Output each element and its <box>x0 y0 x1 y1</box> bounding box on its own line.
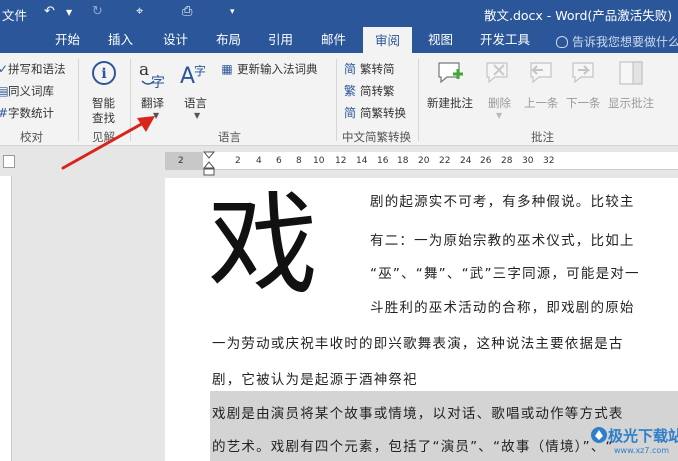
ruler-tick: 24 <box>460 156 472 166</box>
new-comment-icon <box>438 62 463 84</box>
vertical-ruler <box>0 176 12 461</box>
simp-to-trad-icon: 繁 <box>343 84 356 98</box>
tab-view[interactable]: 视图 <box>428 26 453 53</box>
ruler-tick: 6 <box>276 156 282 166</box>
svg-text:i: i <box>101 66 106 82</box>
tab-references[interactable]: 引用 <box>268 26 293 53</box>
ruler-tick: 32 <box>543 156 555 166</box>
document-line: “巫”、“舞”、“武”三字同源，可能是对一 <box>370 266 640 282</box>
proofing-group-label: 校对 <box>20 130 43 144</box>
conversion-icon: 简 <box>343 106 356 120</box>
chinese-conversion-group-label: 中文简繁转换 <box>342 130 411 144</box>
tell-me-text: 告诉我您想要做什么 <box>572 35 678 49</box>
language-group-label: 语言 <box>218 130 241 144</box>
show-comments-icon <box>619 61 643 85</box>
delete-comment-button[interactable]: 删除 <box>488 95 511 111</box>
ruler-tick: 18 <box>397 156 409 166</box>
file-menu[interactable]: 文件 <box>2 5 27 24</box>
tell-me-box[interactable]: 告诉我您想要做什么 <box>556 33 678 50</box>
ruler-tick: 2 <box>235 156 241 166</box>
tab-selector[interactable] <box>3 155 15 168</box>
svg-text:a: a <box>139 60 149 80</box>
undo-dropdown-icon[interactable]: ▼ <box>66 8 72 17</box>
spelling-grammar-button[interactable]: 拼写和语法 <box>8 61 66 77</box>
tab-developer[interactable]: 开发工具 <box>480 26 530 53</box>
pointer-mode-icon[interactable]: ⌖ <box>136 4 143 19</box>
delete-dropdown-icon[interactable]: ▼ <box>496 111 502 120</box>
group-separator <box>418 59 419 141</box>
document-line: 戏剧是由演员将某个故事或情境，以对话、歌唱或动作等方式表 <box>212 406 624 422</box>
ruler-tick: 20 <box>418 156 430 166</box>
document-line: 的艺术。戏剧有四个元素，包括了“演员”、“故事（情境）”、“ <box>212 439 614 455</box>
ruler-tick: 4 <box>256 156 262 166</box>
ime-dictionary-icon: ▦ <box>221 62 233 76</box>
title-bar: 文件 ↶ ▼ ↻ ⌖ ⎙ ▾ 散文.docx - Word(产品激活失败) <box>0 0 678 26</box>
print-preview-icon[interactable]: ⎙ <box>182 4 192 19</box>
simp-to-trad-button[interactable]: 简转繁 <box>360 83 395 99</box>
watermark-url: www.xz7.com <box>614 446 670 455</box>
ruler-tick: 28 <box>501 156 513 166</box>
tab-insert[interactable]: 插入 <box>108 26 133 53</box>
ruler-margin-area <box>165 152 203 170</box>
undo-icon[interactable]: ↶ <box>44 4 55 19</box>
document-line: 剧的起源实不可考，有多种假说。比较主 <box>370 194 635 210</box>
word-count-button[interactable]: 字数统计 <box>8 105 54 121</box>
group-separator <box>336 59 337 141</box>
lightbulb-icon <box>556 36 568 48</box>
tab-review[interactable]: 审阅 <box>363 26 413 53</box>
document-line: 一为劳动或庆祝丰收时的即兴歌舞表演，这种说法主要依据是古 <box>212 336 624 352</box>
smart-lookup-icon: i <box>92 61 116 85</box>
delete-comment-icon <box>486 62 508 84</box>
ribbon-tab-bar: 开始 插入 设计 布局 引用 邮件 审阅 视图 开发工具 告诉我您想要做什么 <box>0 26 678 53</box>
ruler-tick: 30 <box>522 156 534 166</box>
indent-marker-icon[interactable] <box>202 150 216 180</box>
next-comment-icon <box>572 62 594 84</box>
show-comments-button[interactable]: 显示批注 <box>608 95 654 111</box>
svg-text:字: 字 <box>151 75 165 91</box>
new-comment-button[interactable]: 新建批注 <box>427 95 473 111</box>
tab-design[interactable]: 设计 <box>163 26 188 53</box>
language-button[interactable]: 语言 <box>184 95 207 111</box>
previous-comment-icon <box>530 62 552 84</box>
ruler-tick: 16 <box>377 156 389 166</box>
tab-layout[interactable]: 布局 <box>216 26 241 53</box>
ruler-tick: 22 <box>439 156 451 166</box>
trad-to-simp-icon: 简 <box>343 62 356 76</box>
watermark-title: 极光下载站 <box>608 427 678 445</box>
watermark-logo-icon <box>591 427 607 443</box>
document-line: 剧，它被认为是起源于酒神祭祀 <box>212 372 418 388</box>
comments-group-label: 批注 <box>531 130 554 144</box>
chinese-conversion-button[interactable]: 简繁转换 <box>360 105 406 121</box>
annotation-arrow-icon <box>61 116 155 170</box>
ruler-tick: 10 <box>313 156 325 166</box>
update-ime-dictionary-button[interactable]: 更新输入法词典 <box>237 61 318 77</box>
tab-mailings[interactable]: 邮件 <box>321 26 346 53</box>
language-icon: A 字 <box>180 63 206 89</box>
customize-toolbar-icon[interactable]: ▾ <box>230 7 235 17</box>
ruler-tick: 12 <box>335 156 347 166</box>
horizontal-ruler[interactable]: 2 2 4 6 8 10 12 14 16 18 20 22 24 26 28 … <box>165 152 678 170</box>
window-title: 散文.docx - Word(产品激活失败) <box>484 8 673 23</box>
previous-comment-button[interactable]: 上一条 <box>524 95 559 111</box>
svg-text:字: 字 <box>194 63 206 78</box>
thesaurus-button[interactable]: 同义词库 <box>8 83 54 99</box>
language-dropdown-icon[interactable]: ▼ <box>194 111 200 120</box>
ruler-tick: 2 <box>178 156 184 166</box>
ruler-tick: 14 <box>356 156 368 166</box>
next-comment-button[interactable]: 下一条 <box>566 95 601 111</box>
trad-to-simp-button[interactable]: 繁转简 <box>360 61 395 77</box>
document-line: 有二：一为原始宗教的巫术仪式，比如上 <box>370 233 635 249</box>
redo-icon[interactable]: ↻ <box>92 4 103 19</box>
ruler-tick: 8 <box>296 156 302 166</box>
translate-icon: a 字 <box>139 60 165 91</box>
svg-text:A: A <box>180 64 195 89</box>
document-line: 斗胜利的巫术活动的合称，即戏剧的原始 <box>370 300 635 316</box>
drop-cap: 戏 <box>208 181 318 309</box>
tab-home[interactable]: 开始 <box>55 26 80 53</box>
ruler-tick: 26 <box>480 156 492 166</box>
